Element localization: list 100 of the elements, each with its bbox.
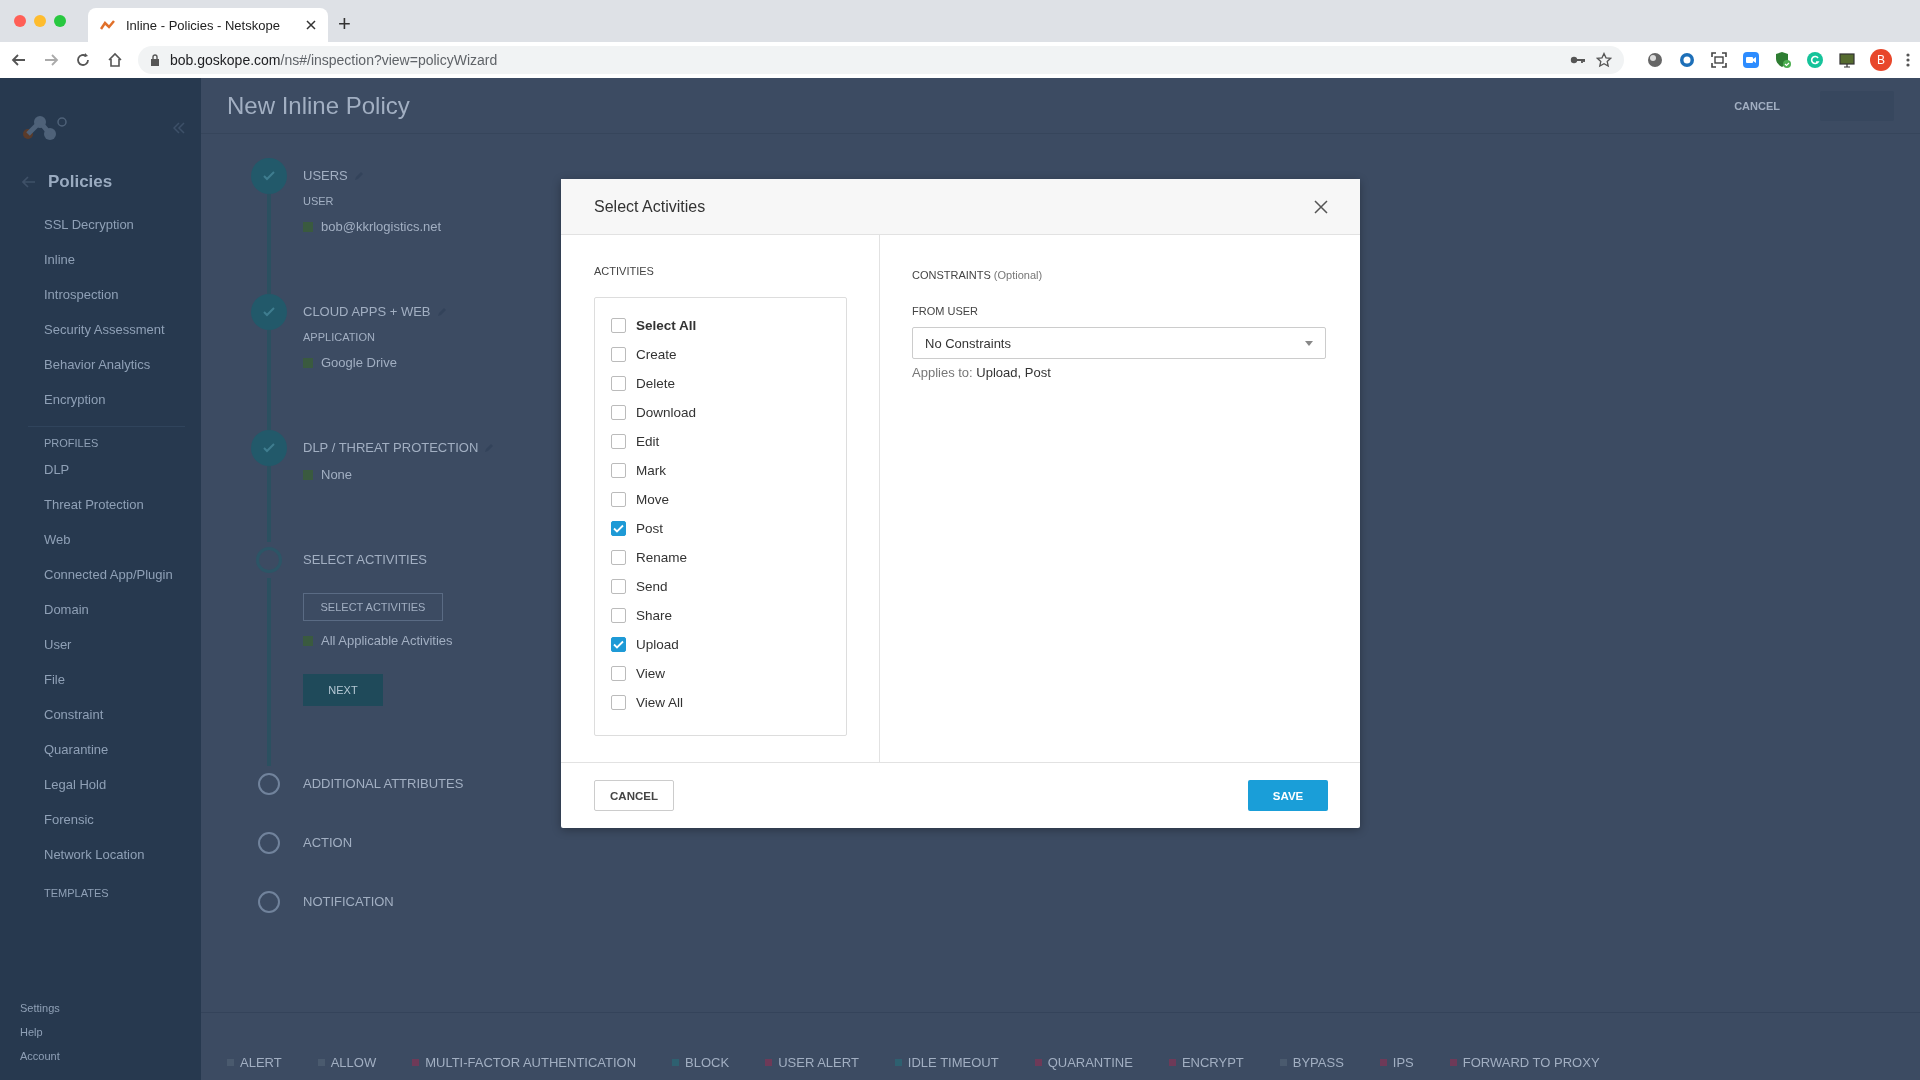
browser-tab[interactable]: Inline - Policies - Netskope bbox=[88, 8, 328, 42]
sphere-icon[interactable] bbox=[1646, 51, 1664, 69]
checkbox[interactable] bbox=[611, 318, 626, 333]
item-icon bbox=[303, 357, 313, 368]
sidebar-item[interactable]: Security Assessment bbox=[0, 313, 201, 348]
close-icon[interactable] bbox=[306, 20, 316, 30]
cancel-button[interactable]: CANCEL bbox=[594, 780, 674, 811]
sidebar-item[interactable]: Behavior Analytics bbox=[0, 348, 201, 383]
sidebar-item[interactable]: Encryption bbox=[0, 383, 201, 418]
sidebar-item[interactable]: Threat Protection bbox=[0, 488, 201, 523]
field-label: FROM USER bbox=[912, 305, 979, 317]
save-button[interactable]: SAVE bbox=[1248, 780, 1328, 811]
constraints-dropdown[interactable]: No Constraints bbox=[912, 327, 1326, 359]
profile-avatar[interactable]: B bbox=[1870, 49, 1892, 71]
close-icon[interactable] bbox=[1314, 199, 1328, 214]
checkbox-label[interactable]: View All bbox=[636, 695, 684, 710]
checkbox-label[interactable]: Share bbox=[636, 608, 673, 623]
shield-icon[interactable] bbox=[1774, 51, 1792, 69]
step-value: All Applicable Activities bbox=[321, 633, 453, 648]
checkbox-label[interactable]: Select All bbox=[636, 318, 697, 333]
step-title: CLOUD APPS + WEB bbox=[303, 304, 431, 319]
home-icon[interactable] bbox=[106, 51, 124, 69]
legend-label: USER ALERT bbox=[778, 1055, 859, 1070]
checkbox[interactable] bbox=[611, 376, 626, 391]
step-title: ADDITIONAL ATTRIBUTES bbox=[303, 776, 464, 791]
checkbox[interactable] bbox=[611, 579, 626, 594]
sidebar-title: Policies bbox=[48, 172, 113, 192]
sidebar-item[interactable]: Network Location bbox=[0, 838, 201, 873]
legend-label: QUARANTINE bbox=[1047, 1055, 1133, 1070]
cancel-button[interactable]: CANCEL bbox=[1734, 99, 1780, 112]
checkbox-label[interactable]: Upload bbox=[636, 637, 679, 652]
checkbox-label[interactable]: Move bbox=[636, 492, 669, 507]
collapse-icon[interactable] bbox=[173, 122, 185, 134]
video-camera-icon[interactable] bbox=[1742, 51, 1760, 69]
sidebar-footer-link[interactable]: Account bbox=[0, 1044, 201, 1068]
checkbox[interactable] bbox=[611, 666, 626, 681]
close-window-button[interactable] bbox=[14, 15, 26, 27]
checkbox-label[interactable]: Rename bbox=[636, 550, 688, 565]
legend-label: FORWARD TO PROXY bbox=[1462, 1055, 1600, 1070]
checkbox-label[interactable]: Mark bbox=[636, 463, 666, 478]
ring-icon[interactable] bbox=[1678, 51, 1696, 69]
checkbox[interactable] bbox=[611, 347, 626, 362]
menu-icon[interactable] bbox=[1906, 52, 1910, 68]
checkbox-label[interactable]: Delete bbox=[636, 376, 676, 391]
checkbox[interactable] bbox=[611, 550, 626, 565]
sidebar-item[interactable]: Domain bbox=[0, 593, 201, 628]
star-icon[interactable] bbox=[1596, 52, 1612, 68]
section-heading: CONSTRAINTS bbox=[912, 269, 991, 281]
checkbox-label[interactable]: Edit bbox=[636, 434, 660, 449]
checkbox[interactable] bbox=[611, 405, 626, 420]
lock-icon bbox=[150, 54, 160, 66]
dialog-title: Select Activities bbox=[594, 197, 707, 216]
wave-logo-icon bbox=[100, 19, 116, 31]
next-button[interactable]: NEXT bbox=[303, 674, 383, 706]
checkbox[interactable] bbox=[611, 463, 626, 478]
monitor-icon[interactable] bbox=[1838, 51, 1856, 69]
field-label: APPLICATION bbox=[303, 331, 376, 343]
legend-label: ALLOW bbox=[330, 1055, 377, 1070]
screenshot-frame-icon[interactable] bbox=[1710, 51, 1728, 69]
checkbox[interactable] bbox=[611, 608, 626, 623]
checkbox-label[interactable]: View bbox=[636, 666, 666, 681]
checkbox[interactable] bbox=[611, 434, 626, 449]
sidebar-item[interactable]: TEMPLATES bbox=[0, 873, 201, 913]
step-value: None bbox=[321, 467, 353, 482]
sidebar-item[interactable]: Introspection bbox=[0, 278, 201, 313]
checkbox[interactable] bbox=[611, 492, 626, 507]
sidebar-item[interactable]: Connected App/Plugin bbox=[0, 558, 201, 593]
checkbox[interactable] bbox=[611, 695, 626, 710]
checkbox-label[interactable]: Download bbox=[636, 405, 697, 420]
step-value: bob@kkrlogistics.net bbox=[321, 219, 442, 234]
sidebar-item[interactable]: SSL Decryption bbox=[0, 208, 201, 243]
step-title: SELECT ACTIVITIES bbox=[303, 552, 428, 567]
sidebar-item[interactable]: Forensic bbox=[0, 803, 201, 838]
checkbox-label[interactable]: Post bbox=[636, 521, 663, 536]
legend-label: BLOCK bbox=[685, 1055, 730, 1070]
sidebar-item[interactable]: File bbox=[0, 663, 201, 698]
legend-label: MULTI-FACTOR AUTHENTICATION bbox=[425, 1055, 637, 1070]
item-icon bbox=[303, 635, 313, 646]
checkbox-label[interactable]: Send bbox=[636, 579, 668, 594]
sidebar-footer-link[interactable]: Help bbox=[0, 1020, 201, 1044]
checkbox-label[interactable]: Create bbox=[636, 347, 677, 362]
reload-icon[interactable] bbox=[74, 51, 92, 69]
step-title: NOTIFICATION bbox=[303, 894, 394, 909]
sidebar-item[interactable]: Web bbox=[0, 523, 201, 558]
maximize-window-button[interactable] bbox=[54, 15, 66, 27]
sidebar-item[interactable]: Inline bbox=[0, 243, 201, 278]
sidebar-item[interactable]: User bbox=[0, 628, 201, 663]
sidebar-item[interactable]: Constraint bbox=[0, 698, 201, 733]
sidebar-item[interactable]: Legal Hold bbox=[0, 768, 201, 803]
minimize-window-button[interactable] bbox=[34, 15, 46, 27]
key-icon[interactable] bbox=[1570, 55, 1586, 65]
sidebar-footer-link[interactable]: Settings bbox=[0, 996, 201, 1020]
sidebar-item[interactable]: DLP bbox=[0, 453, 201, 488]
sidebar-item[interactable]: Quarantine bbox=[0, 733, 201, 768]
caret-icon bbox=[1305, 340, 1313, 346]
checkbox[interactable] bbox=[611, 637, 626, 652]
address-bar[interactable]: bob.goskope.com/ns#/inspection?view=policyWizard bbox=[138, 46, 1624, 74]
new-tab-button[interactable]: + bbox=[338, 11, 351, 37]
checkbox[interactable] bbox=[611, 521, 626, 536]
select-activities-button[interactable]: SELECT ACTIVITIES bbox=[303, 593, 443, 621]
